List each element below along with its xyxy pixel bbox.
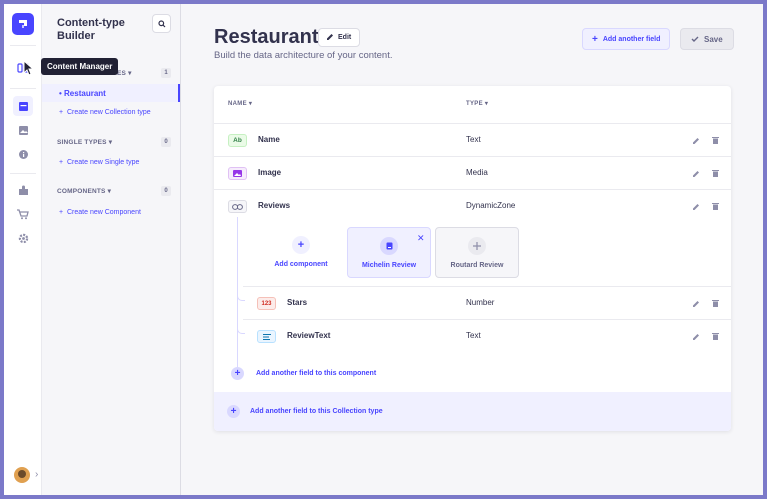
column-header-type[interactable]: TYPE ▾ bbox=[466, 100, 488, 107]
delete-trash-icon[interactable] bbox=[710, 135, 720, 145]
number-field-icon: 123 bbox=[257, 297, 276, 310]
sidebar-title: Content-type Builder bbox=[57, 17, 125, 42]
delete-trash-icon[interactable] bbox=[710, 298, 720, 308]
add-field-to-collection-type-button[interactable]: + Add another field to this Collection t… bbox=[214, 392, 731, 431]
field-name: Reviews bbox=[258, 201, 291, 210]
sidebar-item-label: Restaurant bbox=[64, 89, 106, 98]
sidebar-search-button[interactable] bbox=[152, 14, 171, 33]
field-name: ReviewText bbox=[287, 331, 331, 340]
section-heading-single-types[interactable]: SINGLE TYPES ▾ bbox=[57, 138, 112, 146]
field-type: Text bbox=[466, 135, 481, 144]
edit-pencil-icon[interactable] bbox=[691, 201, 701, 211]
create-component-link[interactable]: + Create new Component bbox=[59, 209, 141, 216]
text-field-icon: Ab bbox=[228, 134, 247, 147]
plus-icon: + bbox=[292, 236, 310, 254]
content-type-builder-icon[interactable] bbox=[13, 96, 33, 116]
plus-icon: + bbox=[227, 405, 240, 418]
section-heading-collection-types[interactable]: ES ▾ bbox=[117, 69, 132, 77]
close-icon[interactable]: ✕ bbox=[417, 233, 425, 244]
richtext-field-icon bbox=[257, 330, 276, 343]
search-icon bbox=[157, 15, 166, 33]
edit-pencil-icon[interactable] bbox=[691, 331, 701, 341]
single-types-count: 0 bbox=[161, 137, 171, 147]
strapi-logo-icon[interactable] bbox=[12, 13, 34, 35]
sidebar-item-restaurant[interactable]: • Restaurant bbox=[42, 84, 180, 102]
content-type-builder-sidebar: Content-type Builder ES ▾ 1 • Restaurant… bbox=[42, 4, 181, 495]
field-name: Image bbox=[258, 168, 282, 177]
collection-types-count: 1 bbox=[161, 68, 171, 78]
rail-divider bbox=[10, 88, 36, 89]
field-type: Number bbox=[466, 298, 495, 307]
table-row[interactable]: 123 Stars Number bbox=[243, 286, 731, 319]
add-another-field-button[interactable]: + Add another field bbox=[582, 28, 671, 50]
pencil-icon bbox=[327, 33, 334, 42]
fields-table: NAME ▾ TYPE ▾ Ab Name Text Image Media R… bbox=[214, 86, 731, 431]
rail-divider bbox=[10, 45, 36, 46]
field-type: Text bbox=[466, 331, 481, 340]
content-manager-tooltip: Content Manager bbox=[41, 58, 119, 75]
rail-divider bbox=[10, 173, 36, 174]
page-subtitle: Build the data architecture of your cont… bbox=[214, 50, 393, 61]
expand-nav-chevron-icon[interactable]: › bbox=[35, 469, 38, 480]
marketplace-cart-icon[interactable] bbox=[13, 204, 33, 224]
table-row[interactable]: ReviewText Text bbox=[243, 319, 731, 352]
plugins-puzzle-icon[interactable] bbox=[13, 180, 33, 200]
collection-types-heading-fragment: ES bbox=[117, 70, 127, 77]
section-heading-components[interactable]: COMPONENTS ▾ bbox=[57, 187, 111, 195]
add-field-to-component-button[interactable]: + Add another field to this component bbox=[231, 367, 376, 380]
table-row[interactable]: Reviews DynamicZone bbox=[214, 189, 731, 222]
delete-trash-icon[interactable] bbox=[710, 168, 720, 178]
add-component-button[interactable]: + Add component bbox=[259, 227, 343, 278]
edit-pencil-icon[interactable] bbox=[691, 168, 701, 178]
field-type: DynamicZone bbox=[466, 201, 516, 210]
dynamic-zone-field-icon bbox=[228, 200, 247, 213]
component-icon bbox=[380, 237, 398, 255]
edit-pencil-icon[interactable] bbox=[691, 135, 701, 145]
edit-pencil-icon[interactable] bbox=[691, 298, 701, 308]
components-count: 0 bbox=[161, 186, 171, 196]
info-icon[interactable] bbox=[13, 144, 33, 164]
delete-trash-icon[interactable] bbox=[710, 201, 720, 211]
settings-gear-icon[interactable] bbox=[13, 228, 33, 248]
component-tab-routard-review[interactable]: Routard Review bbox=[435, 227, 519, 278]
table-row[interactable]: Ab Name Text bbox=[214, 123, 731, 156]
component-icon bbox=[468, 237, 486, 255]
page-title: Restaurant bbox=[214, 26, 319, 48]
column-header-name[interactable]: NAME ▾ bbox=[228, 100, 252, 107]
create-collection-type-link[interactable]: + Create new Collection type bbox=[59, 109, 151, 116]
field-name: Stars bbox=[287, 298, 308, 307]
main-content: Restaurant Edit Build the data architect… bbox=[182, 4, 763, 495]
media-field-icon bbox=[228, 167, 247, 180]
edit-button[interactable]: Edit bbox=[318, 28, 361, 47]
save-button[interactable]: Save bbox=[680, 28, 734, 50]
plus-icon: + bbox=[592, 33, 598, 45]
plus-icon: + bbox=[231, 367, 244, 380]
delete-trash-icon[interactable] bbox=[710, 331, 720, 341]
media-library-icon[interactable] bbox=[13, 120, 33, 140]
table-row[interactable]: Image Media bbox=[214, 156, 731, 189]
user-avatar[interactable] bbox=[14, 467, 30, 483]
mouse-cursor-icon bbox=[23, 59, 35, 81]
check-icon bbox=[691, 35, 699, 44]
app-window: › Content Manager Content-type Builder E… bbox=[4, 4, 763, 495]
create-single-type-link[interactable]: + Create new Single type bbox=[59, 159, 139, 166]
field-name: Name bbox=[258, 135, 280, 144]
field-type: Media bbox=[466, 168, 488, 177]
